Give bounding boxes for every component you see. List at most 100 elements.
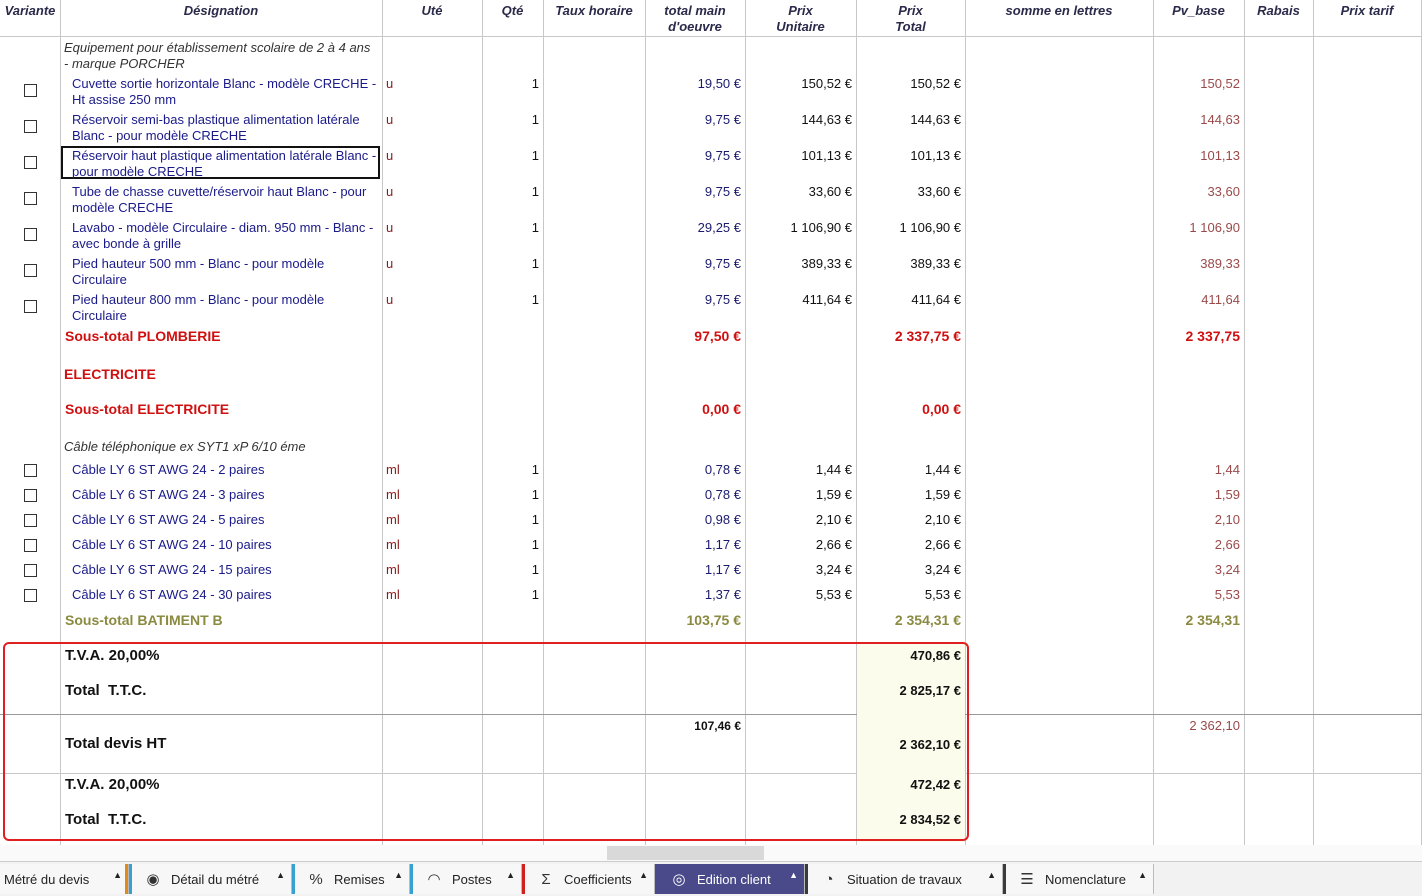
item-unit-price[interactable]: 1,59 € xyxy=(745,487,852,503)
item-quantity[interactable]: 1 xyxy=(482,256,539,272)
item-designation[interactable]: Câble LY 6 ST AWG 24 - 5 paires xyxy=(72,512,264,528)
item-designation[interactable]: Câble LY 6 ST AWG 24 - 3 paires xyxy=(72,487,264,503)
tab-m-tr-du-devis[interactable]: Métré du devis ▲ xyxy=(0,864,129,894)
header-rabais[interactable]: Rabais xyxy=(1244,3,1313,19)
item-quantity[interactable]: 1 xyxy=(482,512,539,528)
item-quantity[interactable]: 1 xyxy=(482,184,539,200)
item-quantity[interactable]: 1 xyxy=(482,292,539,308)
item-labor-total: 9,75 € xyxy=(704,256,741,271)
item-unit[interactable]: ml xyxy=(386,487,400,503)
item-unit[interactable]: ml xyxy=(386,587,400,603)
item-unit-price[interactable]: 5,53 € xyxy=(745,587,852,603)
item-unit[interactable]: ml xyxy=(386,562,400,578)
item-unit-price[interactable]: 1,44 € xyxy=(745,462,852,478)
item-quantity[interactable]: 1 xyxy=(482,587,539,603)
horizontal-scrollbar[interactable] xyxy=(0,845,1422,861)
variante-checkbox[interactable] xyxy=(24,464,37,477)
variante-checkbox[interactable] xyxy=(24,120,37,133)
tab-menu-arrow-icon[interactable]: ▲ xyxy=(506,870,515,880)
tab-menu-arrow-icon[interactable]: ▲ xyxy=(394,870,403,880)
item-designation[interactable]: Réservoir haut plastique alimentation la… xyxy=(72,148,376,180)
item-quantity[interactable]: 1 xyxy=(482,148,539,164)
item-designation[interactable]: Réservoir semi-bas plastique alimentatio… xyxy=(72,112,360,144)
header-somme-lettres[interactable]: somme en lettres xyxy=(965,3,1153,19)
item-unit[interactable]: ml xyxy=(386,462,400,478)
variante-checkbox[interactable] xyxy=(24,514,37,527)
item-designation[interactable]: Lavabo - modèle Circulaire - diam. 950 m… xyxy=(72,220,373,252)
header-quantite[interactable]: Qté xyxy=(482,3,543,19)
header-designation[interactable]: Désignation xyxy=(60,3,382,19)
item-unit-price[interactable]: 101,13 € xyxy=(745,148,852,164)
item-quantity[interactable]: 1 xyxy=(482,487,539,503)
variante-checkbox[interactable] xyxy=(24,228,37,241)
item-unit[interactable]: u xyxy=(386,76,393,92)
item-quantity[interactable]: 1 xyxy=(482,462,539,478)
item-unit-price[interactable]: 1 106,90 € xyxy=(745,220,852,236)
item-total-price: 3,24 € xyxy=(924,562,961,577)
header-unite[interactable]: Uté xyxy=(382,3,482,19)
header-main-oeuvre[interactable]: total main d'oeuvre xyxy=(645,3,745,35)
item-unit[interactable]: u xyxy=(386,220,393,236)
tab-menu-arrow-icon[interactable]: ▲ xyxy=(789,870,798,880)
item-quantity[interactable]: 1 xyxy=(482,76,539,92)
header-variante[interactable]: Variante xyxy=(0,3,60,19)
item-quantity[interactable]: 1 xyxy=(482,220,539,236)
item-unit-price[interactable]: 389,33 € xyxy=(745,256,852,272)
variante-checkbox[interactable] xyxy=(24,156,37,169)
item-quantity[interactable]: 1 xyxy=(482,537,539,553)
item-unit[interactable]: u xyxy=(386,148,393,164)
item-unit-price[interactable]: 2,10 € xyxy=(745,512,852,528)
item-designation[interactable]: Pied hauteur 500 mm - Blanc - pour modèl… xyxy=(72,256,324,288)
tab-postes[interactable]: ◠ Postes ▲ xyxy=(410,864,522,894)
header-prix-total[interactable]: Prix Total xyxy=(856,3,965,35)
tab-menu-arrow-icon[interactable]: ▲ xyxy=(276,870,285,880)
item-unit[interactable]: u xyxy=(386,256,393,272)
header-prix-tarif[interactable]: Prix tarif xyxy=(1313,3,1421,19)
item-quantity[interactable]: 1 xyxy=(482,112,539,128)
item-designation[interactable]: Câble LY 6 ST AWG 24 - 2 paires xyxy=(72,462,264,478)
item-unit[interactable]: u xyxy=(386,292,393,308)
scrollbar-thumb[interactable] xyxy=(607,846,764,860)
tab-nomenclature[interactable]: ☰ Nomenclature ▲ xyxy=(1003,864,1154,894)
tab-coefficients[interactable]: Σ Coefficients ▲ xyxy=(522,864,655,894)
variante-checkbox[interactable] xyxy=(24,589,37,602)
header-pv-base[interactable]: Pv_base xyxy=(1153,3,1244,19)
variante-checkbox[interactable] xyxy=(24,300,37,313)
item-designation[interactable]: Câble LY 6 ST AWG 24 - 15 paires xyxy=(72,562,272,578)
item-unit[interactable]: ml xyxy=(386,512,400,528)
tab-edition-client[interactable]: ◎ Edition client ▲ xyxy=(655,864,805,894)
item-unit[interactable]: u xyxy=(386,112,393,128)
variante-checkbox[interactable] xyxy=(24,264,37,277)
tab-label: Postes xyxy=(452,871,492,887)
item-total-price: 2,66 € xyxy=(924,537,961,552)
header-taux-horaire[interactable]: Taux horaire xyxy=(543,3,645,19)
item-designation[interactable]: Cuvette sortie horizontale Blanc - modèl… xyxy=(72,76,376,108)
item-unit-price[interactable]: 150,52 € xyxy=(745,76,852,92)
variante-checkbox[interactable] xyxy=(24,564,37,577)
tab-color-bar xyxy=(292,864,295,894)
item-unit-price[interactable]: 144,63 € xyxy=(745,112,852,128)
item-designation[interactable]: Câble LY 6 ST AWG 24 - 10 paires xyxy=(72,537,272,553)
variante-checkbox[interactable] xyxy=(24,489,37,502)
item-designation[interactable]: Câble LY 6 ST AWG 24 - 30 paires xyxy=(72,587,272,603)
tab-remises[interactable]: % Remises ▲ xyxy=(292,864,410,894)
item-designation[interactable]: Pied hauteur 800 mm - Blanc - pour modèl… xyxy=(72,292,324,324)
item-unit-price[interactable]: 3,24 € xyxy=(745,562,852,578)
variante-checkbox[interactable] xyxy=(24,539,37,552)
tab-d-tail-du-m-tr-[interactable]: ◉ Détail du métré ▲ xyxy=(129,864,292,894)
item-unit-price[interactable]: 33,60 € xyxy=(745,184,852,200)
item-designation[interactable]: Tube de chasse cuvette/réservoir haut Bl… xyxy=(72,184,366,216)
item-quantity[interactable]: 1 xyxy=(482,562,539,578)
item-unit-price[interactable]: 2,66 € xyxy=(745,537,852,553)
item-unit[interactable]: u xyxy=(386,184,393,200)
header-prix-unitaire[interactable]: Prix Unitaire xyxy=(745,3,856,35)
tab-menu-arrow-icon[interactable]: ▲ xyxy=(639,870,648,880)
variante-checkbox[interactable] xyxy=(24,192,37,205)
tab-menu-arrow-icon[interactable]: ▲ xyxy=(1138,870,1147,880)
tab-situation-de-travaux[interactable]: ◔ Situation de travaux ▲ xyxy=(805,864,1003,894)
tab-menu-arrow-icon[interactable]: ▲ xyxy=(987,870,996,880)
item-unit[interactable]: ml xyxy=(386,537,400,553)
item-unit-price[interactable]: 411,64 € xyxy=(745,292,852,308)
variante-checkbox[interactable] xyxy=(24,84,37,97)
tab-menu-arrow-icon[interactable]: ▲ xyxy=(113,870,122,880)
